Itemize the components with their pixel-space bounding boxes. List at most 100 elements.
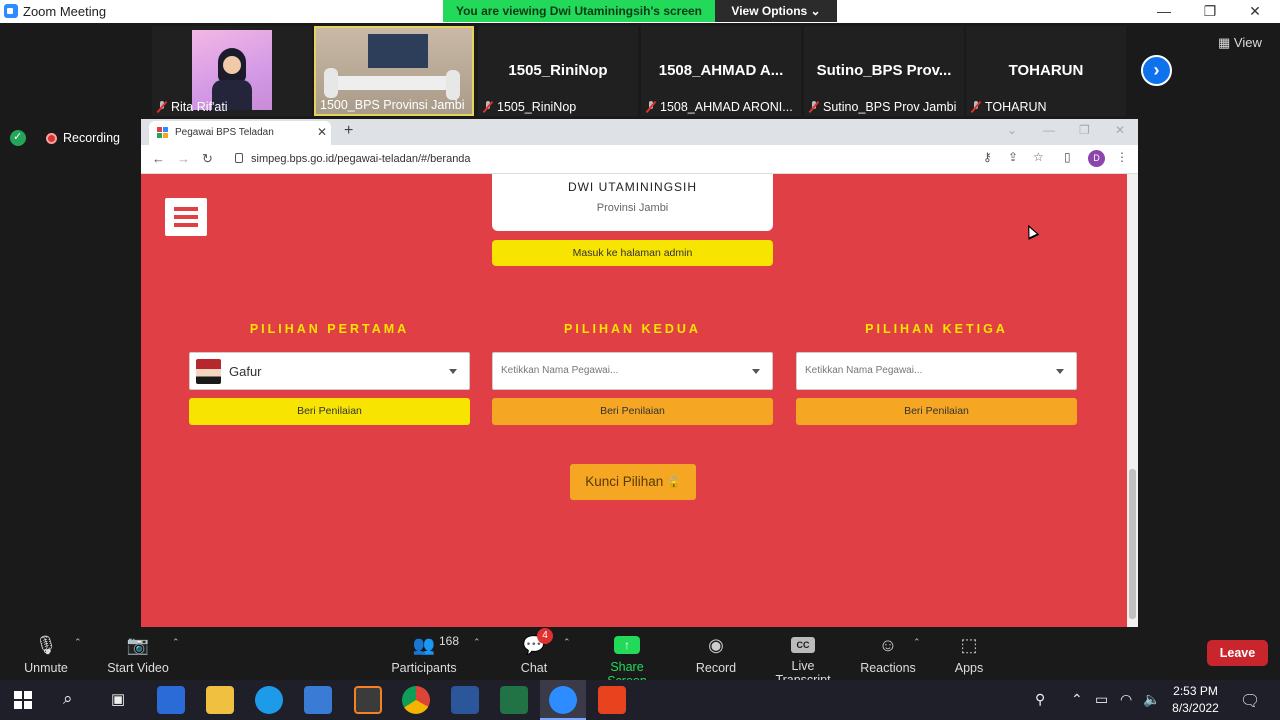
- participant-tile[interactable]: 1505_RiniNop 1505_RiniNop: [478, 26, 638, 116]
- word-icon[interactable]: [451, 686, 479, 714]
- mic-muted-icon: [970, 101, 982, 113]
- participant-tile[interactable]: 1500_BPS Provinsi Jambi: [314, 26, 474, 116]
- share-screen-icon: ↑: [614, 636, 640, 654]
- participant-tile[interactable]: Sutino_BPS Prov... Sutino_BPS Prov Jambi: [804, 26, 964, 116]
- forward-arrow-icon[interactable]: →: [177, 151, 190, 166]
- start-video-button[interactable]: 📷 Start Video: [104, 633, 172, 678]
- choice-2-title: PILIHAN KEDUA: [564, 322, 701, 336]
- volume-icon[interactable]: 🔈: [1143, 691, 1160, 708]
- new-tab-icon[interactable]: +: [344, 122, 353, 140]
- participant-label: 1505_RiniNop: [482, 100, 576, 114]
- chevron-up-icon[interactable]: ⌃: [563, 637, 571, 648]
- record-dot-icon: [46, 132, 57, 144]
- url-field[interactable]: simpeg.bps.go.id/pegawai-teladan/#/beran…: [227, 148, 1097, 170]
- chevron-up-icon[interactable]: ⌃: [1071, 691, 1083, 708]
- view-button[interactable]: ▦ View: [1218, 32, 1270, 54]
- mic-muted-icon: [156, 101, 168, 113]
- leave-button[interactable]: Leave: [1207, 640, 1268, 666]
- participant-label: TOHARUN: [970, 100, 1047, 114]
- hamburger-menu-icon[interactable]: [165, 198, 207, 236]
- edge-icon[interactable]: [255, 686, 283, 714]
- unmute-button[interactable]: 🎙 Unmute: [18, 633, 74, 678]
- participant-tile[interactable]: 1508_AHMAD A... 1508_AHMAD ARONI...: [641, 26, 801, 116]
- choice-2-select[interactable]: Ketikkan Nama Pegawai...: [492, 352, 773, 390]
- view-options-button[interactable]: View Options ⌄: [715, 0, 837, 22]
- side-panel-icon[interactable]: ▯: [1064, 150, 1071, 164]
- task-view-icon[interactable]: ▣: [111, 690, 125, 708]
- battery-icon[interactable]: ▭: [1095, 691, 1108, 708]
- record-button[interactable]: ◉ Record: [693, 633, 739, 678]
- restore-icon[interactable]: ❐: [1079, 123, 1090, 137]
- file-explorer-icon[interactable]: [206, 686, 234, 714]
- person-icon[interactable]: ⚲: [1035, 691, 1045, 708]
- windows-start-icon[interactable]: [14, 691, 32, 709]
- choice-1-rate-button[interactable]: Beri Penilaian: [189, 398, 470, 425]
- share-screen-button[interactable]: ↑ Share Screen: [590, 633, 664, 688]
- store-icon[interactable]: [157, 686, 185, 714]
- mail-icon[interactable]: [304, 686, 332, 714]
- choice-1-selected: Gafur: [229, 364, 262, 379]
- clock-date[interactable]: 8/3/2022: [1168, 701, 1223, 715]
- page-viewport: DWI UTAMININGSIH Provinsi Jambi Masuk ke…: [141, 174, 1127, 627]
- chevron-up-icon[interactable]: ⌃: [172, 637, 180, 648]
- apps-icon: ⬚: [960, 635, 978, 655]
- share-icon[interactable]: ⇪: [1008, 150, 1018, 164]
- excel-icon[interactable]: [500, 686, 528, 714]
- close-tab-icon[interactable]: ✕: [317, 125, 327, 139]
- search-icon[interactable]: ⌕: [63, 689, 73, 709]
- tab-strip: Pegawai BPS Teladan ✕ + ⌄ — ❐ ✕: [141, 119, 1138, 145]
- choice-3-placeholder: Ketikkan Nama Pegawai...: [805, 365, 923, 376]
- participant-label: 1508_AHMAD ARONI...: [645, 100, 793, 114]
- choice-3-rate-button[interactable]: Beri Penilaian: [796, 398, 1077, 425]
- participants-count: 168: [439, 634, 460, 648]
- reload-icon[interactable]: ↻: [202, 151, 213, 167]
- choice-2-placeholder: Ketikkan Nama Pegawai...: [501, 365, 619, 376]
- zoom-toolbar: 🎙 Unmute ⌃ 📷 Start Video ⌃ 👥 Participant…: [0, 627, 1280, 688]
- browser-tab[interactable]: Pegawai BPS Teladan ✕: [149, 121, 331, 145]
- chevron-down-icon[interactable]: ⌄: [1007, 123, 1017, 137]
- more-menu-icon[interactable]: ⋮: [1116, 150, 1128, 164]
- zoom-taskbar-button[interactable]: [540, 680, 586, 720]
- notifications-icon[interactable]: 🗨: [1240, 691, 1260, 711]
- favicon-icon: [157, 127, 168, 138]
- choice-3-select[interactable]: Ketikkan Nama Pegawai...: [796, 352, 1077, 390]
- wifi-icon[interactable]: ◠: [1120, 691, 1132, 708]
- lock-choice-button[interactable]: Kunci Pilihan 🔓: [570, 464, 696, 500]
- apps-button[interactable]: ⬚ Apps: [950, 633, 988, 678]
- chrome-icon[interactable]: [402, 686, 430, 714]
- chevron-up-icon[interactable]: ⌃: [74, 637, 82, 648]
- choice-2-rate-button[interactable]: Beri Penilaian: [492, 398, 773, 425]
- profile-name: DWI UTAMININGSIH: [567, 180, 698, 194]
- page-scrollbar[interactable]: [1127, 174, 1138, 627]
- lock-icon: [235, 153, 243, 163]
- profile-avatar[interactable]: D: [1088, 150, 1105, 167]
- key-icon[interactable]: ⚷: [983, 150, 992, 164]
- minimize-icon[interactable]: —: [1144, 2, 1184, 22]
- star-icon[interactable]: ☆: [1033, 150, 1044, 164]
- participant-label: Rita Rif'ati: [156, 100, 228, 114]
- address-bar: ← → ↻ simpeg.bps.go.id/pegawai-teladan/#…: [141, 145, 1138, 174]
- admin-page-button[interactable]: Masuk ke halaman admin: [492, 240, 773, 266]
- choice-1-select[interactable]: Gafur: [189, 352, 470, 390]
- restore-icon[interactable]: ❐: [1190, 2, 1230, 22]
- chevron-up-icon[interactable]: ⌃: [473, 637, 481, 648]
- reactions-button[interactable]: ☺ Reactions: [858, 633, 918, 678]
- closed-caption-icon: CC: [791, 637, 815, 653]
- close-icon[interactable]: ✕: [1115, 123, 1125, 137]
- clock-time[interactable]: 2:53 PM: [1168, 684, 1223, 698]
- pdf-reader-icon[interactable]: [598, 686, 626, 714]
- scrollbar-thumb[interactable]: [1129, 469, 1136, 619]
- chevron-right-icon[interactable]: ›: [1141, 55, 1172, 86]
- choice-3-title: PILIHAN KETIGA: [865, 322, 1008, 336]
- recording-indicator[interactable]: Recording: [10, 130, 120, 146]
- close-icon[interactable]: ✕: [1235, 2, 1275, 22]
- participant-label: 1500_BPS Provinsi Jambi: [320, 98, 465, 112]
- participant-tile[interactable]: Rita Rif'ati: [152, 26, 312, 116]
- participant-tile[interactable]: TOHARUN TOHARUN: [966, 26, 1126, 116]
- back-arrow-icon[interactable]: ←: [152, 151, 165, 166]
- app-icon[interactable]: [354, 686, 382, 714]
- minimize-icon[interactable]: —: [1043, 123, 1055, 137]
- chevron-up-icon[interactable]: ⌃: [913, 637, 921, 648]
- zoom-icon: [549, 686, 577, 714]
- live-transcript-button[interactable]: CC Live Transcript: [763, 633, 843, 687]
